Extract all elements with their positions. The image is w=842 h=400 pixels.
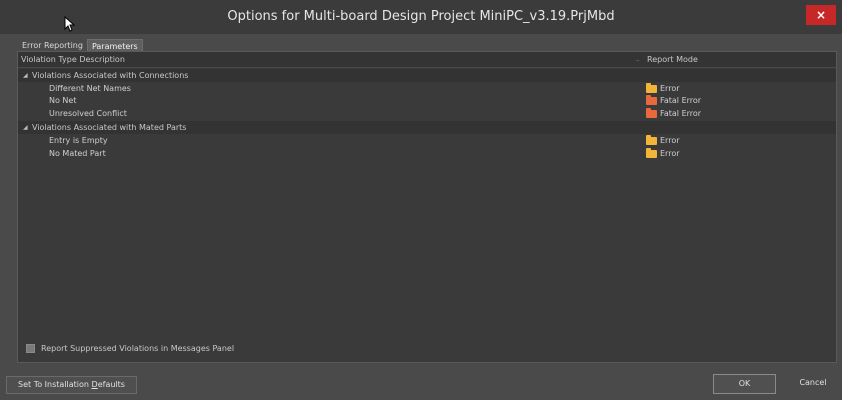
violation-label: No Mated Part bbox=[49, 149, 106, 158]
button-label-part: Set To Installation bbox=[18, 380, 92, 389]
table-row[interactable]: No Mated Part Error bbox=[18, 147, 836, 160]
column-header-report-mode[interactable]: Report Mode bbox=[647, 55, 698, 64]
report-mode-value: Fatal Error bbox=[660, 96, 702, 105]
report-mode-cell[interactable]: Error bbox=[646, 134, 680, 147]
button-label-part: efaults bbox=[97, 380, 125, 389]
violation-label: Unresolved Conflict bbox=[49, 109, 127, 118]
report-mode-value: Error bbox=[660, 149, 680, 158]
violation-label: Entry is Empty bbox=[49, 136, 108, 145]
violations-grid: Violation Type Description – Report Mode… bbox=[17, 51, 837, 363]
group-label: Violations Associated with Connections bbox=[32, 71, 189, 80]
report-mode-value: Fatal Error bbox=[660, 109, 702, 118]
table-row[interactable]: Unresolved Conflict Fatal Error bbox=[18, 107, 836, 120]
group-label: Violations Associated with Mated Parts bbox=[32, 123, 187, 132]
folder-icon bbox=[646, 147, 657, 158]
report-suppressed-label: Report Suppressed Violations in Messages… bbox=[41, 344, 235, 353]
report-suppressed-option[interactable]: Report Suppressed Violations in Messages… bbox=[26, 344, 234, 353]
collapse-triangle-icon[interactable]: ◢ bbox=[23, 121, 28, 134]
set-installation-defaults-button[interactable]: Set To Installation Defaults bbox=[6, 376, 137, 394]
grid-header: Violation Type Description – Report Mode bbox=[18, 52, 836, 68]
report-mode-cell[interactable]: Fatal Error bbox=[646, 94, 701, 107]
close-button[interactable]: × bbox=[806, 5, 836, 25]
ok-button[interactable]: OK bbox=[713, 374, 776, 394]
window-title: Options for Multi-board Design Project M… bbox=[227, 9, 615, 24]
folder-icon bbox=[646, 134, 657, 145]
column-resize-icon[interactable]: – bbox=[636, 56, 640, 64]
report-mode-value: Error bbox=[660, 136, 680, 145]
title-bar: Options for Multi-board Design Project M… bbox=[0, 0, 842, 34]
group-row-mated-parts[interactable]: ◢ Violations Associated with Mated Parts bbox=[18, 121, 836, 134]
violation-label: No Net bbox=[49, 96, 77, 105]
table-row[interactable]: No Net Fatal Error bbox=[18, 94, 836, 107]
report-mode-cell[interactable]: Error bbox=[646, 147, 680, 160]
table-row[interactable]: Entry is Empty Error bbox=[18, 134, 836, 147]
column-header-description[interactable]: Violation Type Description bbox=[21, 55, 125, 64]
folder-icon bbox=[646, 82, 657, 93]
group-row-connections[interactable]: ◢ Violations Associated with Connections bbox=[18, 69, 836, 82]
report-suppressed-checkbox[interactable] bbox=[26, 344, 35, 353]
collapse-triangle-icon[interactable]: ◢ bbox=[23, 69, 28, 82]
folder-icon bbox=[646, 94, 657, 105]
report-mode-cell[interactable]: Fatal Error bbox=[646, 107, 701, 120]
cancel-button[interactable]: Cancel bbox=[790, 374, 836, 394]
folder-icon bbox=[646, 107, 657, 118]
mouse-cursor-icon bbox=[64, 16, 76, 32]
